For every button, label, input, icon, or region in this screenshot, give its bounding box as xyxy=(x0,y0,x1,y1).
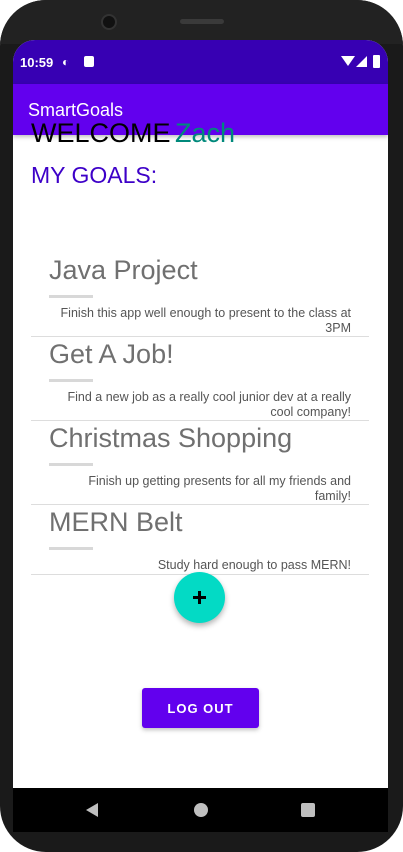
welcome-label: WELCOME xyxy=(31,118,171,148)
goals-heading: MY GOALS: xyxy=(31,162,158,188)
goal-description: Find a new job as a really cool junior d… xyxy=(67,390,351,419)
content-area: WELCOME Zach MY GOALS: Java Project Fini… xyxy=(13,0,388,852)
goal-title: Christmas Shopping xyxy=(49,423,293,453)
goal-underline xyxy=(49,547,93,550)
recents-icon[interactable] xyxy=(301,803,315,817)
goal-title: MERN Belt xyxy=(49,507,183,537)
user-name: Zach xyxy=(175,118,236,148)
goal-description: Finish up getting presents for all my fr… xyxy=(88,474,351,503)
goal-item[interactable]: Christmas Shopping Finish up getting pre… xyxy=(31,423,369,505)
phone-frame: 10:59 ◐ SmartGoals WELCOME Zach MY GOALS… xyxy=(0,0,403,852)
plus-icon xyxy=(193,591,206,604)
goal-underline xyxy=(49,379,93,382)
goal-title: Java Project xyxy=(49,255,198,285)
goal-underline xyxy=(49,295,93,298)
back-icon[interactable] xyxy=(86,803,98,817)
goal-item[interactable]: Get A Job! Find a new job as a really co… xyxy=(31,339,369,421)
goal-item[interactable]: Java Project Finish this app well enough… xyxy=(31,255,369,337)
goal-underline xyxy=(49,463,93,466)
home-icon[interactable] xyxy=(194,803,208,817)
add-goal-button[interactable] xyxy=(174,572,225,623)
goal-description: Study hard enough to pass MERN! xyxy=(157,558,351,572)
goal-title: Get A Job! xyxy=(49,339,174,369)
navigation-bar xyxy=(13,788,388,832)
logout-button[interactable]: LOG OUT xyxy=(142,688,259,728)
goal-item[interactable]: MERN Belt Study hard enough to pass MERN… xyxy=(31,507,369,575)
goal-description: Finish this app well enough to present t… xyxy=(60,306,351,335)
